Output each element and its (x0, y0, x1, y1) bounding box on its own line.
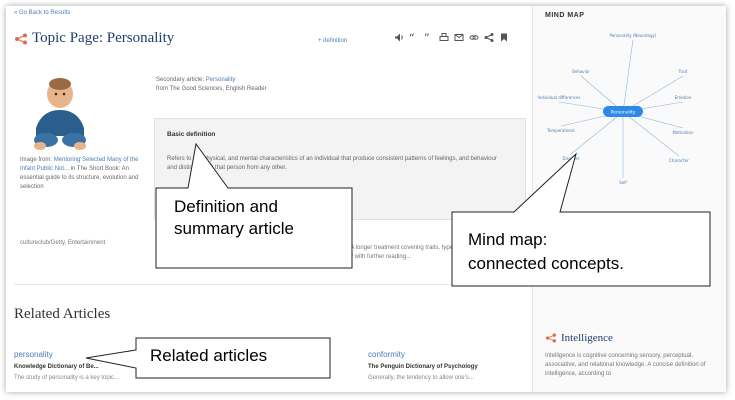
definition-toggle[interactable]: + definition (318, 38, 347, 44)
source-link[interactable]: Personality (206, 77, 236, 83)
related-card-desc: Generally, the tendency to allow one's..… (368, 375, 474, 381)
mind-map[interactable]: Personality (Neurology) Behavior Trait I… (533, 6, 726, 206)
screenshot-frame: « Go Back to Results Topic Page: Persona… (6, 6, 726, 392)
definition-text: Refers to the physical, and mental chara… (167, 156, 497, 171)
mind-map-node[interactable]: Behavior (572, 69, 590, 74)
mind-map-node[interactable]: Personality (Neurology) (610, 33, 657, 38)
page-title: Topic Page: Personality (32, 30, 175, 46)
related-card-source: The Penguin Dictionary of Psychology (368, 364, 478, 370)
bookmark-icon[interactable] (499, 32, 509, 43)
sidebar: MIND MAP Personality (Neurology) Behavio… (532, 6, 726, 392)
email-icon[interactable] (454, 32, 464, 43)
mind-map-node[interactable]: Motivation (672, 130, 694, 135)
quote-icon[interactable]: “ (409, 32, 419, 43)
source-info: Secondary article: Personality from The … (156, 76, 516, 94)
image-credit: cultureclub/Getty, Entertainment (20, 240, 106, 246)
mind-map-node[interactable]: Temperament (546, 128, 575, 133)
related-articles-heading: Related Articles (14, 306, 111, 322)
topic-header: Topic Page: Personality (14, 30, 174, 47)
link-icon[interactable] (469, 32, 479, 43)
mind-map-node[interactable]: Disorder (563, 156, 580, 161)
definition-callout-line2: summary article (174, 219, 294, 238)
mindmap-callout-line2: connected concepts. (468, 254, 624, 273)
related-card-title[interactable]: conformity (368, 350, 528, 359)
share-network-icon[interactable] (484, 32, 494, 43)
section-divider (14, 284, 526, 285)
mind-map-node[interactable]: Trait (678, 69, 688, 74)
related-card-desc: The study of personality is a key topic.… (14, 375, 120, 381)
source-prefix: Secondary article: (156, 77, 206, 83)
mind-map-center-label: Personality (611, 110, 636, 116)
definition-callout: Definition and summary article (174, 196, 294, 240)
summary-link[interactable]: Overview (324, 245, 349, 251)
intelligence-topic[interactable]: Intelligence (545, 332, 613, 344)
listen-icon[interactable] (394, 32, 404, 43)
share-icon (546, 333, 556, 343)
caption-prefix: Image from: (20, 157, 54, 163)
mind-map-node[interactable]: Individual differences (538, 95, 581, 100)
source-publication: from The Good Sciences, English Reader (156, 86, 267, 92)
svg-text:“: “ (409, 32, 415, 43)
mind-map-node[interactable]: Emotion (675, 95, 692, 100)
intelligence-desc: Intelligence is cognitive concerning sen… (545, 353, 706, 377)
mindmap-callout: Mind map: connected concepts. (468, 228, 624, 276)
intelligence-title[interactable]: Intelligence (561, 332, 613, 344)
svg-text:”: ” (424, 32, 430, 43)
mindmap-callout-line1: Mind map: (468, 230, 548, 249)
definition-callout-line1: Definition and (174, 197, 278, 216)
share-icon[interactable] (14, 33, 28, 45)
definition-heading: Basic definition (167, 131, 216, 138)
related-card[interactable]: conformity The Penguin Dictionary of Psy… (368, 350, 528, 381)
mind-map-node[interactable]: Character (669, 158, 689, 163)
baby-image (34, 78, 86, 150)
related-callout: Related articles (150, 346, 268, 365)
image-caption: Image from: Mentoring Selected Many of t… (20, 156, 146, 192)
cite-icon[interactable]: ” (424, 32, 434, 43)
mind-map-node[interactable]: Self (619, 180, 627, 185)
toolbar: “ ” (394, 32, 509, 43)
back-to-results-link[interactable]: « Go Back to Results (14, 10, 70, 16)
print-icon[interactable] (439, 32, 449, 43)
